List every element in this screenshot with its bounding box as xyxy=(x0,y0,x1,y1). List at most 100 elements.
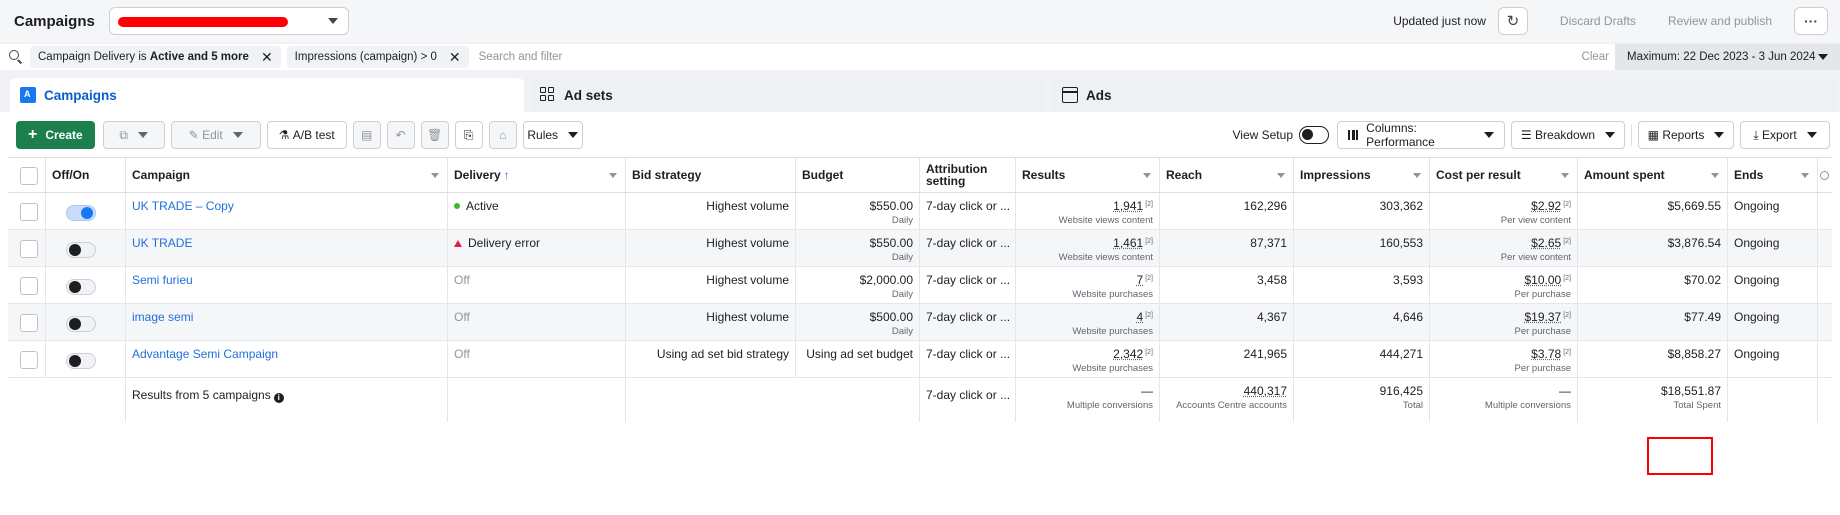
column-header-budget[interactable]: Budget xyxy=(796,158,920,192)
column-header-amount-spent[interactable]: Amount spent xyxy=(1578,158,1728,192)
chevron-down-icon xyxy=(1277,173,1285,178)
column-header-attribution[interactable]: Attribution setting xyxy=(920,158,1016,192)
column-header-results[interactable]: Results xyxy=(1016,158,1160,192)
rules-button[interactable]: Rules xyxy=(522,121,583,149)
tag-button[interactable]: ⌂ xyxy=(488,121,517,149)
results-value[interactable]: 1,941 xyxy=(1113,199,1143,213)
cpr-value[interactable]: $19.37 xyxy=(1525,310,1562,324)
campaign-name-link[interactable]: Semi furieu xyxy=(132,273,193,287)
select-all-checkbox[interactable] xyxy=(20,167,38,185)
column-label: Attribution setting xyxy=(926,162,988,188)
chevron-down-icon xyxy=(1605,132,1616,138)
summary-label-cell: Results from 5 campaigns i xyxy=(126,378,448,422)
column-header-bid-strategy[interactable]: Bid strategy xyxy=(626,158,796,192)
preview-button[interactable]: ⎘ xyxy=(454,121,483,149)
filter-chip-impressions[interactable]: Impressions (campaign) > 0 ✕ xyxy=(286,46,469,68)
add-column-icon[interactable] xyxy=(1820,171,1829,180)
row-checkbox[interactable] xyxy=(20,314,38,332)
row-checkbox[interactable] xyxy=(20,277,38,295)
clear-filters-link[interactable]: Clear xyxy=(1582,51,1609,63)
results-cell: 1,461 [2] Website views content xyxy=(1016,230,1160,266)
column-header-campaign[interactable]: Campaign xyxy=(126,158,448,192)
campaign-toggle[interactable] xyxy=(66,205,96,221)
campaign-toggle[interactable] xyxy=(66,242,96,258)
campaign-toggle[interactable] xyxy=(66,316,96,332)
cpr-value[interactable]: $10.00 xyxy=(1525,273,1562,287)
plus-icon: + xyxy=(28,126,38,143)
account-selector[interactable] xyxy=(108,7,349,35)
refresh-button[interactable]: ↻ xyxy=(1497,7,1528,35)
delete-button[interactable]: 🗑 xyxy=(420,121,449,149)
tab-ad-sets[interactable]: Ad sets xyxy=(530,78,1046,112)
column-header-delivery[interactable]: Delivery ↑ xyxy=(448,158,626,192)
delivery-status: Delivery error xyxy=(468,236,541,250)
edit-button[interactable]: ✎ Edit xyxy=(170,121,261,149)
clipboard-button[interactable]: ▤ xyxy=(352,121,381,149)
breakdown-button[interactable]: ☰ Breakdown xyxy=(1511,121,1625,149)
row-checkbox[interactable] xyxy=(20,240,38,258)
columns-button[interactable]: Columns: Performance xyxy=(1337,121,1505,149)
review-publish-button[interactable]: Review and publish xyxy=(1652,7,1788,35)
summary-impressions: 916,425 xyxy=(1379,384,1423,398)
ends-cell: Ongoing xyxy=(1728,341,1818,377)
table-row[interactable]: UK TRADE – Copy Active Highest volume $550.… xyxy=(8,193,1832,230)
column-header-ends[interactable]: Ends xyxy=(1728,158,1818,192)
footnote-marker: [2] xyxy=(1145,349,1153,356)
export-button[interactable]: ⤓ Export xyxy=(1740,121,1830,149)
campaign-name-link[interactable]: Advantage Semi Campaign xyxy=(132,347,278,361)
row-checkbox[interactable] xyxy=(20,351,38,369)
cpr-value[interactable]: $3.78 xyxy=(1531,347,1561,361)
reports-button[interactable]: ▦ Reports xyxy=(1638,121,1734,149)
duplicate-button[interactable]: ⧉ xyxy=(102,121,165,149)
tab-ads[interactable]: Ads xyxy=(1052,78,1838,112)
attribution-cell: 7-day click or ... xyxy=(920,193,1016,229)
page-title: Campaigns xyxy=(14,12,95,30)
filter-chip-delivery[interactable]: Campaign Delivery is Active and 5 more ✕ xyxy=(30,46,281,68)
refresh-icon: ↻ xyxy=(1506,13,1520,30)
row-checkbox[interactable] xyxy=(20,203,38,221)
ab-test-button[interactable]: ⚗ A/B test xyxy=(266,121,347,149)
campaign-toggle[interactable] xyxy=(66,279,96,295)
campaign-name-link[interactable]: UK TRADE xyxy=(132,236,192,250)
results-value[interactable]: 2,342 xyxy=(1113,347,1143,361)
table-row[interactable]: UK TRADE Delivery error Highest volume $550… xyxy=(8,230,1832,267)
search-input[interactable] xyxy=(478,51,1079,63)
cpr-value[interactable]: $2.65 xyxy=(1531,236,1561,250)
undo-button[interactable]: ↶ xyxy=(386,121,415,149)
column-header-reach[interactable]: Reach xyxy=(1160,158,1294,192)
close-icon[interactable]: ✕ xyxy=(261,49,273,66)
delivery-status: Off xyxy=(454,347,470,361)
cpr-type: Per view content xyxy=(1500,252,1571,263)
trash-icon: 🗑 xyxy=(427,128,443,142)
create-button[interactable]: + Create xyxy=(16,121,95,149)
info-icon[interactable]: i xyxy=(273,393,284,403)
summary-empty-cell xyxy=(8,378,46,422)
column-header-offon[interactable]: Off/On xyxy=(46,158,126,192)
table-row[interactable]: Advantage Semi Campaign Off Using ad set b… xyxy=(8,341,1832,378)
summary-impressions-cell: 916,425 Total xyxy=(1294,378,1430,422)
discard-drafts-button[interactable]: Discard Drafts xyxy=(1544,7,1652,35)
view-setup-toggle[interactable] xyxy=(1299,126,1329,144)
close-icon[interactable]: ✕ xyxy=(449,49,461,66)
column-header-impressions[interactable]: Impressions xyxy=(1294,158,1430,192)
more-options-button[interactable]: ··· xyxy=(1794,7,1828,35)
campaign-name-link[interactable]: UK TRADE – Copy xyxy=(132,199,234,213)
flask-icon: ⚗ xyxy=(278,128,290,142)
delivery-cell: Delivery error xyxy=(448,230,626,266)
summary-reach[interactable]: 440,317 xyxy=(1166,384,1287,398)
preview-icon: ⎘ xyxy=(463,127,474,142)
table-row[interactable]: image semi Off Highest volume $500.00 Daily 7… xyxy=(8,304,1832,341)
column-header-cost-per-result[interactable]: Cost per result xyxy=(1430,158,1578,192)
summary-empty-cell xyxy=(626,378,796,422)
campaign-name-link[interactable]: image semi xyxy=(132,310,193,324)
table-row[interactable]: Semi furieu Off Highest volume $2,000.00 Dai… xyxy=(8,267,1832,304)
date-range-selector[interactable]: Maximum: 22 Dec 2023 - 3 Jun 2024 xyxy=(1615,44,1840,70)
tab-campaigns[interactable]: Campaigns xyxy=(10,78,524,112)
results-value[interactable]: 1,461 xyxy=(1113,236,1143,250)
ends-cell: Ongoing xyxy=(1728,304,1818,340)
results-value[interactable]: 4 xyxy=(1137,310,1144,324)
campaign-toggle[interactable] xyxy=(66,353,96,369)
results-value[interactable]: 7 xyxy=(1137,273,1144,287)
cpr-value[interactable]: $2.92 xyxy=(1531,199,1561,213)
bid-strategy-cell: Highest volume xyxy=(626,267,796,303)
